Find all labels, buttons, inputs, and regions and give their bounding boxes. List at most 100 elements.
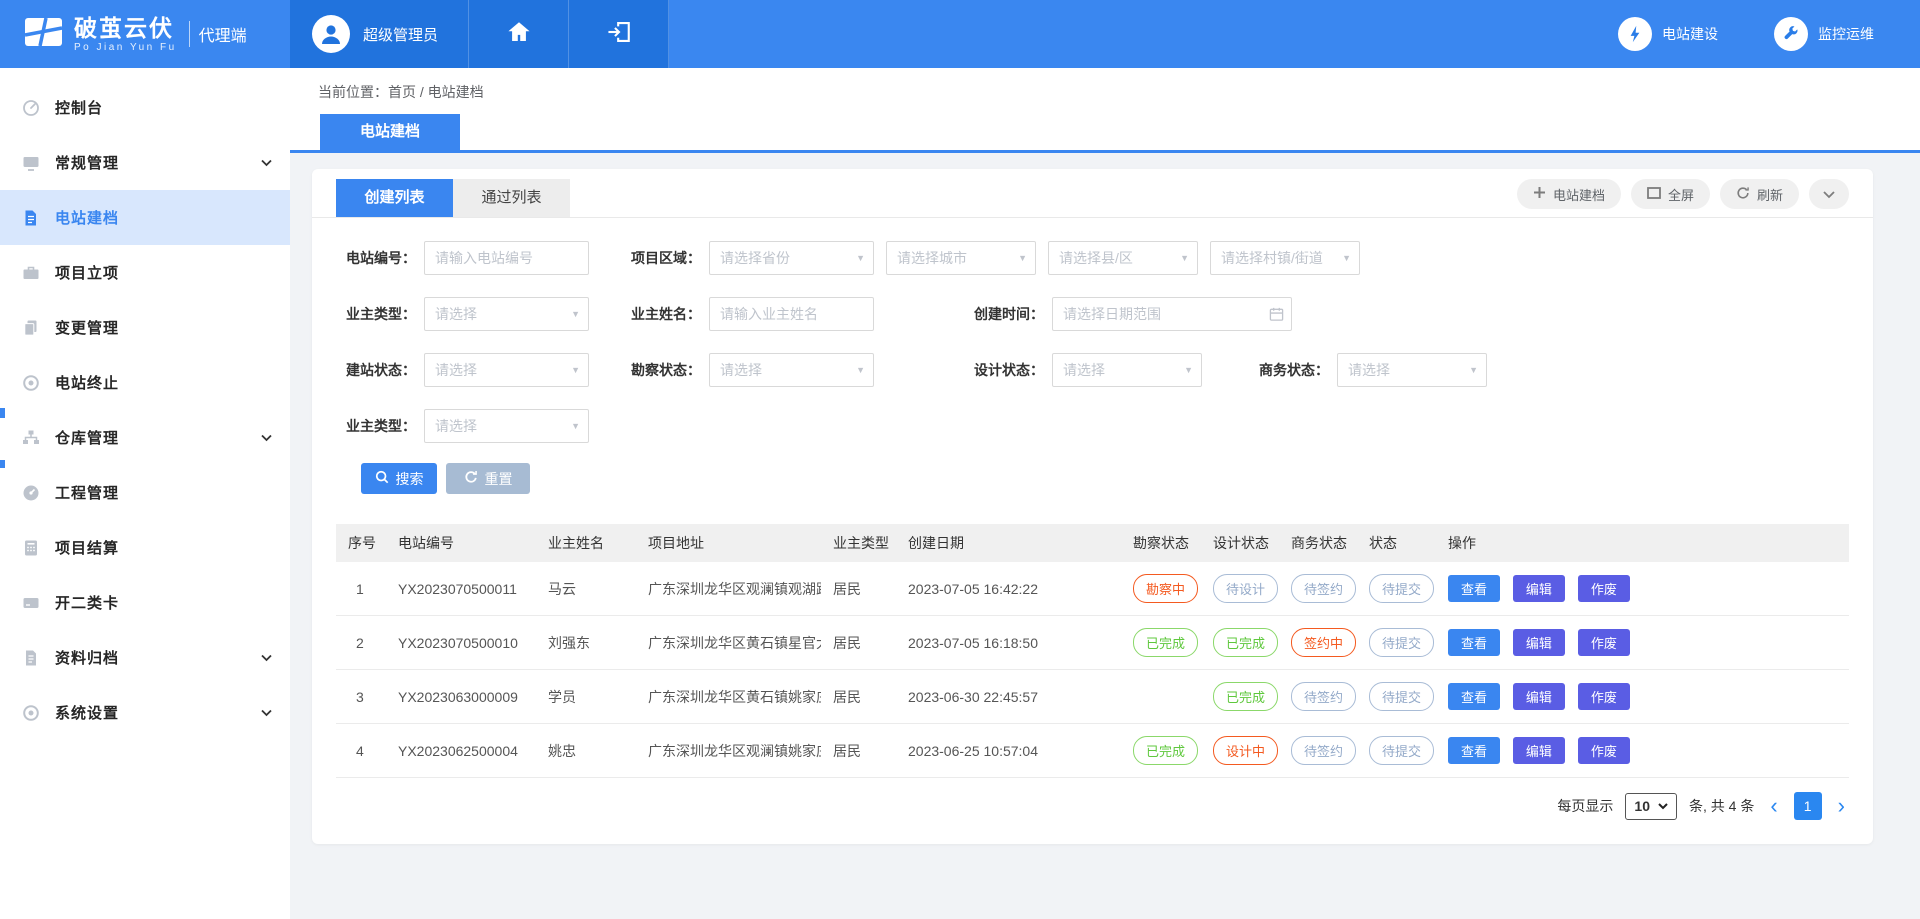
void-button[interactable]: 作废 <box>1578 737 1630 764</box>
filter-business-status: 商务状态： 请选择▼ <box>1249 353 1487 387</box>
design-status-select[interactable]: 请选择▼ <box>1052 353 1202 387</box>
nav-station-build[interactable]: 电站建设 <box>1618 17 1718 51</box>
sidebar-item-change-mgmt[interactable]: 变更管理 <box>0 300 290 355</box>
filter-owner-type-2: 业主类型： 请选择▼ <box>336 409 589 443</box>
edit-button[interactable]: 编辑 <box>1513 575 1565 602</box>
create-station-button[interactable]: 电站建档 <box>1517 179 1621 209</box>
edit-button[interactable]: 编辑 <box>1513 629 1565 656</box>
sidebar-item-label: 资料归档 <box>55 647 119 668</box>
prev-page-button[interactable]: ‹ <box>1766 795 1781 817</box>
user-menu[interactable]: 超级管理员 <box>290 0 469 68</box>
home-icon <box>506 20 532 49</box>
fullscreen-button[interactable]: 全屏 <box>1631 179 1710 209</box>
sidebar-scrollbar-thumb[interactable] <box>0 408 5 418</box>
sidebar-item-label: 工程管理 <box>55 482 119 503</box>
calculator-icon <box>22 539 42 557</box>
page-size-select[interactable]: 10 <box>1625 793 1677 820</box>
filter-create-time: 创建时间： <box>964 297 1292 331</box>
province-select[interactable]: 请选择省份▼ <box>709 241 874 275</box>
reset-button[interactable]: 重置 <box>446 463 530 494</box>
sidebar-item-warehouse-mgmt[interactable]: 仓库管理 <box>0 410 290 465</box>
station-code-label: 电站编号： <box>336 248 416 268</box>
void-button[interactable]: 作废 <box>1578 575 1630 602</box>
wrench-icon <box>1774 17 1808 51</box>
view-button[interactable]: 查看 <box>1448 575 1500 602</box>
search-icon <box>375 470 389 487</box>
sidebar-item-data-archive[interactable]: 资料归档 <box>0 630 290 685</box>
monitor-icon <box>22 154 42 172</box>
status-badge: 待提交 <box>1369 682 1434 711</box>
view-button[interactable]: 查看 <box>1448 629 1500 656</box>
survey-status-badge: 已完成 <box>1133 628 1198 657</box>
fullscreen-icon <box>1647 187 1661 202</box>
station-code-input[interactable] <box>424 241 589 275</box>
sidebar-item-station-archive[interactable]: 电站建档 <box>0 190 290 245</box>
sidebar-item-project-approval[interactable]: 项目立项 <box>0 245 290 300</box>
survey-status-label: 勘察状态： <box>621 360 701 380</box>
current-page-button[interactable]: 1 <box>1794 792 1822 820</box>
nav-monitor-ops[interactable]: 监控运维 <box>1774 17 1874 51</box>
home-button[interactable] <box>469 0 569 68</box>
refresh-icon <box>1736 186 1750 203</box>
page-tab-station-archive[interactable]: 电站建档 <box>320 114 460 150</box>
chevron-down-icon <box>261 709 272 716</box>
per-page-label: 每页显示 <box>1557 796 1613 816</box>
top-header: 破茧云伏 Po Jian Yun Fu 代理端 超级管理员 <box>0 0 1920 68</box>
design-status-badge: 待设计 <box>1213 574 1278 603</box>
caret-down-icon: ▼ <box>856 253 865 263</box>
collapse-toolbar-button[interactable] <box>1809 179 1849 209</box>
edit-button[interactable]: 编辑 <box>1513 737 1565 764</box>
date-range-input[interactable] <box>1052 297 1292 331</box>
table-row: 1 YX2023070500011 马云 广东深圳龙华区观澜镇观湖路... 居民… <box>336 562 1849 616</box>
sidebar-scrollbar-thumb[interactable] <box>0 460 5 468</box>
owner-name-input[interactable] <box>709 297 874 331</box>
sidebar-item-open-type2-card[interactable]: 开二类卡 <box>0 575 290 630</box>
filter-row-2: 业主类型： 请选择▼ 业主姓名： 创建时间： <box>336 297 1849 331</box>
view-button[interactable]: 查看 <box>1448 683 1500 710</box>
tab-passed-list[interactable]: 通过列表 <box>453 179 570 217</box>
void-button[interactable]: 作废 <box>1578 629 1630 656</box>
refresh-label: 刷新 <box>1757 185 1783 204</box>
survey-status-select[interactable]: 请选择▼ <box>709 353 874 387</box>
logo-divider <box>189 21 190 47</box>
edit-button[interactable]: 编辑 <box>1513 683 1565 710</box>
design-status-badge: 已完成 <box>1213 682 1278 711</box>
owner-type-select[interactable]: 请选择▼ <box>424 297 589 331</box>
county-select[interactable]: 请选择县/区▼ <box>1048 241 1198 275</box>
caret-down-icon: ▼ <box>1342 253 1351 263</box>
avatar <box>312 15 350 53</box>
sidebar-item-engineering-mgmt[interactable]: 工程管理 <box>0 465 290 520</box>
station-table: 序号 电站编号 业主姓名 项目地址 业主类型 创建日期 勘察状态 设计状态 商务… <box>336 524 1849 778</box>
logo-mark <box>24 14 64 55</box>
filter-design-status: 设计状态： 请选择▼ <box>964 353 1202 387</box>
logo-text: 破茧云伏 Po Jian Yun Fu <box>74 16 177 53</box>
sidebar-item-label: 控制台 <box>55 97 103 118</box>
caret-down-icon: ▼ <box>1018 253 1027 263</box>
design-status-badge: 设计中 <box>1213 736 1278 765</box>
void-button[interactable]: 作废 <box>1578 683 1630 710</box>
search-button[interactable]: 搜索 <box>361 463 437 494</box>
build-status-select[interactable]: 请选择▼ <box>424 353 589 387</box>
logout-button[interactable] <box>569 0 669 68</box>
sidebar-item-console[interactable]: 控制台 <box>0 80 290 135</box>
col-created: 创建日期 <box>896 524 1121 562</box>
document-icon <box>22 209 42 227</box>
filter-survey-status: 勘察状态： 请选择▼ <box>621 353 874 387</box>
tab-created-list[interactable]: 创建列表 <box>336 179 453 217</box>
sidebar-item-system-settings[interactable]: 系统设置 <box>0 685 290 740</box>
business-status-select[interactable]: 请选择▼ <box>1337 353 1487 387</box>
target-icon <box>22 374 42 392</box>
sidebar-item-general-mgmt[interactable]: 常规管理 <box>0 135 290 190</box>
city-select[interactable]: 请选择城市▼ <box>886 241 1036 275</box>
sidebar-item-label: 电站建档 <box>55 207 119 228</box>
sidebar-item-station-terminate[interactable]: 电站终止 <box>0 355 290 410</box>
table-row: 4 YX2023062500004 姚忠 广东深圳龙华区观澜镇姚家庄... 居民… <box>336 724 1849 778</box>
survey-status-badge: 已完成 <box>1133 736 1198 765</box>
refresh-button[interactable]: 刷新 <box>1720 179 1799 209</box>
view-button[interactable]: 查看 <box>1448 737 1500 764</box>
next-page-button[interactable]: › <box>1834 795 1849 817</box>
town-select[interactable]: 请选择村镇/街道▼ <box>1210 241 1360 275</box>
col-address: 项目地址 <box>636 524 821 562</box>
sidebar-item-project-settlement[interactable]: 项目结算 <box>0 520 290 575</box>
owner-type2-select[interactable]: 请选择▼ <box>424 409 589 443</box>
